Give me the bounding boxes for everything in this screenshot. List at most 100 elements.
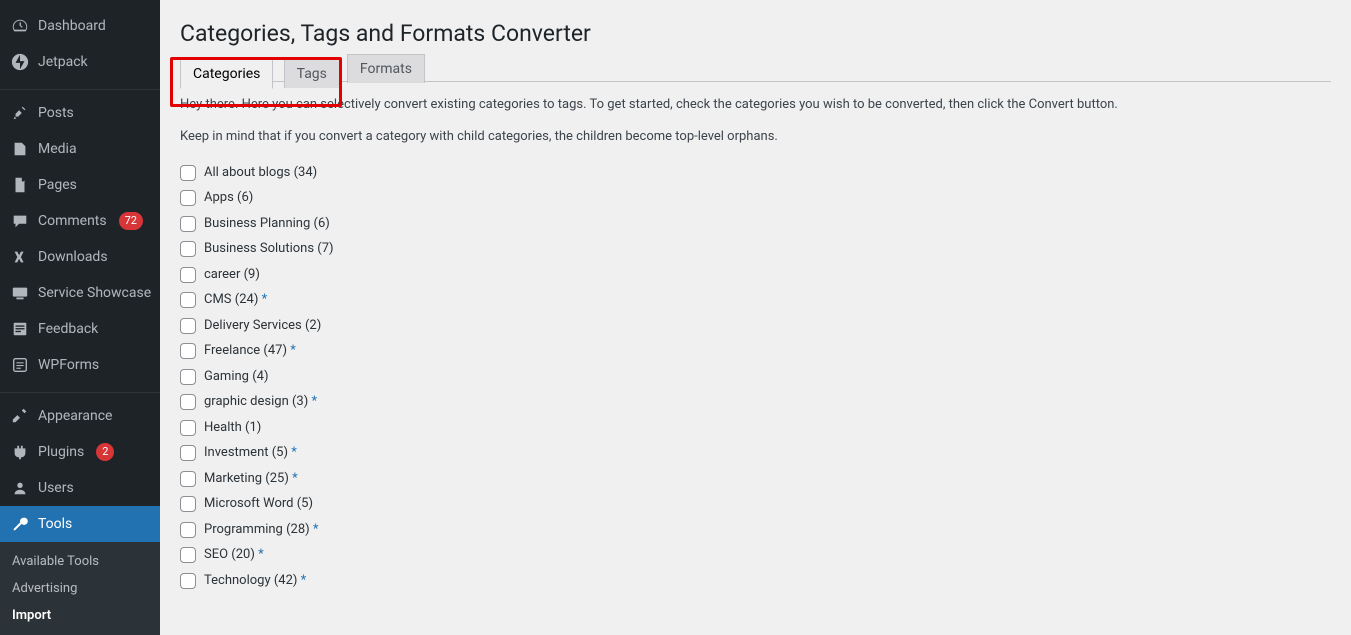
page-title: Categories, Tags and Formats Converter [180, 10, 1331, 53]
category-label: Business Solutions (7) [204, 239, 334, 259]
has-children-asterisk: * [310, 522, 319, 537]
sidebar-item-jetpack[interactable]: Jetpack [0, 44, 160, 80]
sidebar-item-appearance[interactable]: Appearance [0, 398, 160, 434]
sidebar-item-plugins[interactable]: Plugins 2 [0, 434, 160, 470]
menu-label: Service Showcase [38, 285, 151, 301]
has-children-asterisk: * [308, 394, 317, 409]
admin-sidebar: Dashboard Jetpack Posts Media Pages Comm… [0, 0, 160, 635]
category-checkbox[interactable] [180, 267, 196, 283]
category-label: Delivery Services (2) [204, 316, 321, 336]
category-item: Health (1) [180, 415, 1331, 441]
category-item: Delivery Services (2) [180, 313, 1331, 339]
sidebar-item-tools[interactable]: Tools [0, 506, 160, 542]
category-item: Investment (5) * [180, 440, 1331, 466]
category-item: CMS (24) * [180, 287, 1331, 313]
category-label: Microsoft Word (5) [204, 494, 313, 514]
tools-icon [10, 514, 30, 534]
sidebar-item-posts[interactable]: Posts [0, 95, 160, 131]
category-item: All about blogs (34) [180, 160, 1331, 186]
menu-label: Pages [38, 177, 77, 193]
menu-label: WPForms [38, 357, 99, 373]
category-label: Health (1) [204, 418, 261, 438]
jetpack-icon [10, 52, 30, 72]
tab-categories[interactable]: Categories [180, 59, 273, 89]
sidebar-item-feedback[interactable]: Feedback [0, 311, 160, 347]
submenu-advertising[interactable]: Advertising [0, 575, 160, 602]
submenu-available-tools[interactable]: Available Tools [0, 548, 160, 575]
menu-label: Feedback [38, 321, 98, 337]
category-item: Business Solutions (7) [180, 236, 1331, 262]
category-label: CMS (24) * [204, 290, 267, 310]
category-item: Microsoft Word (5) [180, 491, 1331, 517]
category-item: Freelance (47) * [180, 338, 1331, 364]
category-checkbox[interactable] [180, 394, 196, 410]
category-label: Marketing (25) * [204, 469, 298, 489]
category-label: Technology (42) * [204, 571, 306, 591]
category-label: Apps (6) [204, 188, 253, 208]
description-2: Keep in mind that if you convert a categ… [180, 127, 1331, 147]
category-checkbox[interactable] [180, 573, 196, 589]
category-item: Technology (42) * [180, 568, 1331, 594]
category-item: Business Planning (6) [180, 211, 1331, 237]
category-checkbox[interactable] [180, 496, 196, 512]
menu-label: Users [38, 480, 74, 496]
category-item: career (9) [180, 262, 1331, 288]
comment-icon [10, 211, 30, 231]
has-children-asterisk: * [288, 445, 297, 460]
sidebar-item-wpforms[interactable]: WPForms [0, 347, 160, 383]
users-icon [10, 478, 30, 498]
feedback-icon [10, 319, 30, 339]
sidebar-item-media[interactable]: Media [0, 131, 160, 167]
has-children-asterisk: * [289, 471, 298, 486]
tab-formats[interactable]: Formats [347, 54, 425, 83]
category-checkbox[interactable] [180, 165, 196, 181]
submenu-import[interactable]: Import [0, 602, 160, 629]
category-label: SEO (20) * [204, 545, 264, 565]
category-label: graphic design (3) * [204, 392, 317, 412]
category-checkbox[interactable] [180, 190, 196, 206]
category-label: Investment (5) * [204, 443, 297, 463]
has-children-asterisk: * [297, 573, 306, 588]
menu-label: Jetpack [38, 54, 88, 70]
category-label: Gaming (4) [204, 367, 268, 387]
sidebar-item-downloads[interactable]: Downloads [0, 239, 160, 275]
category-checkbox[interactable] [180, 522, 196, 538]
category-checkbox[interactable] [180, 216, 196, 232]
has-children-asterisk: * [255, 547, 264, 562]
sidebar-item-users[interactable]: Users [0, 470, 160, 506]
menu-label: Plugins [38, 444, 84, 460]
category-checkbox[interactable] [180, 292, 196, 308]
category-checkbox[interactable] [180, 420, 196, 436]
menu-separator [0, 85, 160, 90]
category-checkbox[interactable] [180, 241, 196, 257]
main-content: Categories, Tags and Formats Converter C… [160, 0, 1351, 635]
category-item: Programming (28) * [180, 517, 1331, 543]
plugins-badge: 2 [96, 443, 114, 460]
showcase-icon [10, 283, 30, 303]
active-arrow-icon [160, 516, 168, 532]
menu-label: Dashboard [38, 18, 106, 34]
category-checkbox[interactable] [180, 471, 196, 487]
sidebar-item-service-showcase[interactable]: Service Showcase [0, 275, 160, 311]
sidebar-item-comments[interactable]: Comments 72 [0, 203, 160, 239]
sidebar-item-pages[interactable]: Pages [0, 167, 160, 203]
category-label: All about blogs (34) [204, 163, 317, 183]
category-list: All about blogs (34) Apps (6) Business Pla… [180, 160, 1331, 594]
category-checkbox[interactable] [180, 318, 196, 334]
category-checkbox[interactable] [180, 547, 196, 563]
appearance-icon [10, 406, 30, 426]
category-item: Gaming (4) [180, 364, 1331, 390]
dashboard-icon [10, 16, 30, 36]
category-checkbox[interactable] [180, 445, 196, 461]
category-label: Business Planning (6) [204, 214, 330, 234]
category-label: Freelance (47) * [204, 341, 296, 361]
tab-tags[interactable]: Tags [284, 59, 340, 88]
category-item: Marketing (25) * [180, 466, 1331, 492]
sidebar-item-dashboard[interactable]: Dashboard [0, 8, 160, 44]
category-checkbox[interactable] [180, 369, 196, 385]
tabs-bar: Categories Tags Formats [180, 53, 1331, 82]
category-checkbox[interactable] [180, 343, 196, 359]
menu-separator [0, 388, 160, 393]
menu-label: Tools [38, 516, 72, 532]
download-icon [10, 247, 30, 267]
